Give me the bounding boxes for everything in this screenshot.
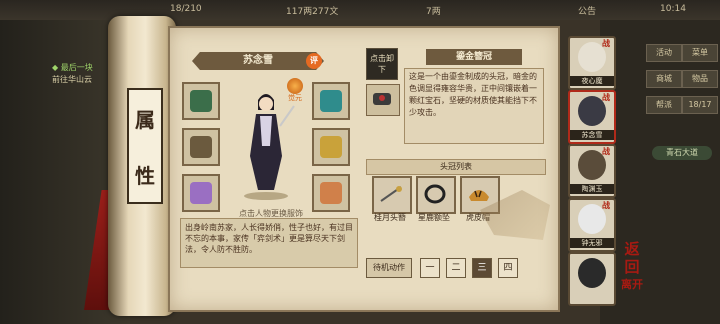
rebirth-button[interactable]: 觉元: [284, 78, 306, 104]
quest-detail: 前往华山云: [52, 75, 92, 84]
equip-slot-robe[interactable]: [312, 128, 350, 166]
equip-slot-weapon[interactable]: [182, 128, 220, 166]
character-name-banner: 苏念雪: [192, 52, 324, 70]
rating-badge[interactable]: 评: [306, 53, 322, 69]
item-title: 鎏金簪冠: [426, 49, 522, 65]
rebirth-icon: [287, 78, 303, 94]
top-status-bar: 18/210 117两277文 7两 公告 10:14: [0, 0, 720, 20]
hairpin-icon: [380, 186, 402, 202]
character-bio: 出身岭南苏家，人长得娇俏，性子也好，有过目不忘的本事，家传「弈剑术」更是算尽天下…: [180, 218, 358, 268]
tiger-hat-icon: [469, 190, 489, 201]
bag-button[interactable]: 物品: [682, 70, 718, 88]
amulet-icon: [320, 182, 342, 204]
silver-amount: 7两: [426, 7, 441, 17]
location-label[interactable]: 青石大道: [652, 146, 712, 160]
counter-badge: 18/17: [682, 96, 718, 114]
hat-item-hairpin[interactable]: [372, 176, 412, 214]
idle-option-4[interactable]: 四: [498, 258, 518, 278]
headgear-icon: [320, 90, 342, 112]
clock: 10:14: [660, 4, 686, 14]
shop-button[interactable]: 商城: [646, 70, 682, 88]
equipped-headgear-thumb[interactable]: [366, 84, 400, 116]
back-char-1: 返: [624, 240, 640, 258]
attributes-tab-char-2: 性: [135, 163, 155, 188]
hat-name-1: 桂月头簪: [374, 213, 406, 222]
party-member-name: 陶渊玉: [570, 184, 614, 194]
battle-marker-1: 战: [602, 39, 610, 48]
equip-slot-boots[interactable]: [182, 82, 220, 120]
attributes-tab[interactable]: 属 性: [127, 88, 163, 204]
battle-marker-3: 战: [602, 147, 610, 156]
rebirth-label: 觉元: [288, 94, 302, 102]
hat-item-circlet[interactable]: [416, 176, 456, 214]
idle-action-label: 待机动作: [366, 258, 412, 278]
robe-icon: [320, 136, 342, 158]
back-char-3: 离开: [621, 278, 643, 291]
level-counter: 18/210: [170, 4, 202, 14]
equip-slot-headgear[interactable]: [312, 82, 350, 120]
boots-icon: [190, 90, 212, 112]
back-char-2: 回: [624, 258, 640, 276]
unequip-button[interactable]: 点击卸下: [366, 48, 398, 80]
idle-option-2[interactable]: 二: [446, 258, 466, 278]
sword-icon: [190, 136, 212, 158]
quest-title: ◆ 最后一块: [52, 63, 93, 72]
party-member-name: 钟无邪: [570, 238, 614, 248]
battle-marker-2: 战: [602, 93, 610, 102]
equip-slot-ring[interactable]: [182, 174, 220, 212]
party-member-name: 苏念雪: [570, 130, 614, 140]
hat-name-2: 星鹿额坠: [418, 213, 450, 222]
ring-icon: [190, 182, 212, 204]
headgear-thumb-icon: [373, 93, 391, 105]
circlet-icon: [424, 184, 446, 204]
portrait-avatar: [578, 258, 606, 288]
party-member-5[interactable]: [568, 252, 616, 306]
idle-option-1[interactable]: 一: [420, 258, 440, 278]
activity-button[interactable]: 活动: [646, 44, 682, 62]
back-button[interactable]: 返 回 离开: [618, 240, 646, 312]
copper-amount: 117两277文: [286, 7, 339, 17]
equip-slot-amulet[interactable]: [312, 174, 350, 212]
attributes-tab-char-1: 属: [135, 107, 155, 132]
party-member-name: 夜心魔: [570, 76, 614, 86]
hat-list-header: 头冠列表: [366, 159, 546, 175]
quest-tracker[interactable]: ◆ 最后一块 前往华山云: [52, 62, 93, 86]
idle-option-3[interactable]: 三: [472, 258, 492, 278]
menu-button[interactable]: 菜单: [682, 44, 718, 62]
notice-button[interactable]: 公告: [578, 4, 596, 17]
battle-marker-4: 战: [602, 201, 610, 210]
gang-button[interactable]: 帮派: [646, 96, 682, 114]
item-description: 这是一个由鎏金制成的头冠，暗金的色调显得雍容华贵，正中间镶嵌着一颗红宝石，坚硬的…: [404, 68, 544, 144]
